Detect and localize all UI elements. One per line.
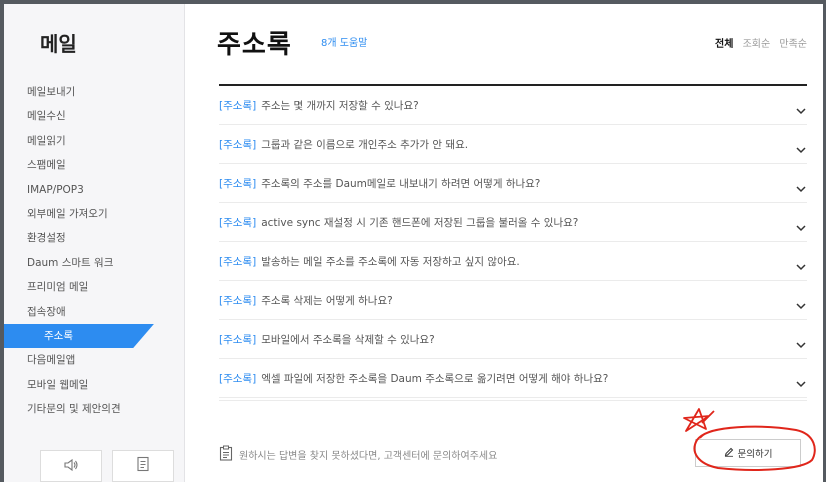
faq-item[interactable]: [주소록] 그룹과 같은 이름으로 개인주소 추가가 안 돼요. <box>219 125 807 164</box>
sidebar-item-mobile-web[interactable]: 모바일 웹메일 <box>4 373 184 397</box>
faq-question: 발송하는 메일 주소를 주소록에 자동 저장하고 싶지 않아요. <box>261 255 520 268</box>
faq-item[interactable]: [주소록] 주소록의 주소를 Daum메일로 내보내기 하려면 어떻게 하나요? <box>219 164 807 203</box>
faq-question: 모바일에서 주소록을 삭제할 수 있나요? <box>261 333 435 346</box>
faq-category: [주소록] <box>219 99 257 112</box>
document-icon <box>136 456 150 476</box>
faq-question: active sync 재설정 시 기존 핸드폰에 저장된 그룹을 불러올 수 … <box>261 216 579 229</box>
sidebar-item-connection-error[interactable]: 접속장애 <box>4 300 184 324</box>
faq-question-text: [주소록] 발송하는 메일 주소를 주소록에 자동 저장하고 싶지 않아요. <box>219 254 520 269</box>
faq-item[interactable]: [주소록] 엑셀 파일에 저장한 주소록을 Daum 주소록으로 옮기려면 어떻게… <box>219 359 807 398</box>
faq-category: [주소록] <box>219 333 257 346</box>
faq-question: 주소록 삭제는 어떻게 하나요? <box>261 294 393 307</box>
faq-question: 그룹과 같은 이름으로 개인주소 추가가 안 돼요. <box>261 138 469 151</box>
sort-satisfaction[interactable]: 만족순 <box>779 39 807 50</box>
faq-item[interactable]: [주소록] 주소는 몇 개까지 저장할 수 있나요? <box>219 86 807 125</box>
help-footer: 원하시는 답변을 찾지 못하셨다면, 고객센터에 문의하여주세요 문의하기 <box>219 400 807 483</box>
help-footer-text: 원하시는 답변을 찾지 못하셨다면, 고객센터에 문의하여주세요 <box>239 451 498 462</box>
chevron-down-icon[interactable] <box>795 295 807 310</box>
ask-button[interactable]: 문의하기 <box>695 439 801 467</box>
sort-all[interactable]: 전체 <box>715 39 733 50</box>
faq-question-text: [주소록] 모바일에서 주소록을 삭제할 수 있나요? <box>219 332 435 347</box>
sidebar-item-mail-app[interactable]: 다음메일앱 <box>4 348 184 372</box>
faq-question-text: [주소록] 주소록 삭제는 어떻게 하나요? <box>219 293 393 308</box>
main-content: 주소록 8개 도움말 전체 조회순 만족순 [주소록] 주소는 몇 개까지 저장할… <box>185 4 823 482</box>
sidebar: 메일 메일보내기 메일수신 메일읽기 스팸메일 IMAP/POP3 외부메일 가… <box>4 4 185 482</box>
faq-category: [주소록] <box>219 294 257 307</box>
faq-item[interactable]: [주소록] active sync 재설정 시 기존 핸드폰에 저장된 그룹을 불… <box>219 203 807 242</box>
help-count-label: 도움말 <box>339 38 368 49</box>
faq-question-text: [주소록] active sync 재설정 시 기존 핸드폰에 저장된 그룹을 불… <box>219 215 578 230</box>
sidebar-buttons <box>40 450 180 486</box>
chevron-down-icon[interactable] <box>795 100 807 115</box>
chevron-down-icon[interactable] <box>795 373 807 388</box>
document-button[interactable] <box>112 450 174 482</box>
chevron-down-icon[interactable] <box>795 139 807 154</box>
faq-question-text: [주소록] 주소록의 주소를 Daum메일로 내보내기 하려면 어떻게 하나요? <box>219 176 540 191</box>
sidebar-item-send[interactable]: 메일보내기 <box>4 80 184 104</box>
sidebar-item-premium[interactable]: 프리미엄 메일 <box>4 275 184 299</box>
faq-list: [주소록] 주소는 몇 개까지 저장할 수 있나요? [주소록] 그룹과 같은 이름… <box>219 84 807 398</box>
faq-item[interactable]: [주소록] 주소록 삭제는 어떻게 하나요? <box>219 281 807 320</box>
faq-category: [주소록] <box>219 177 257 190</box>
faq-question: 주소는 몇 개까지 저장할 수 있나요? <box>261 99 419 112</box>
sort-options: 전체 조회순 만족순 <box>709 35 807 50</box>
sidebar-item-receive[interactable]: 메일수신 <box>4 104 184 128</box>
ask-button-label: 문의하기 <box>737 449 773 460</box>
pencil-icon <box>724 447 738 460</box>
sidebar-item-spam[interactable]: 스팸메일 <box>4 153 184 177</box>
faq-question-text: [주소록] 엑셀 파일에 저장한 주소록을 Daum 주소록으로 옮기려면 어떻게… <box>219 371 608 386</box>
help-footer-note: 원하시는 답변을 찾지 못하셨다면, 고객센터에 문의하여주세요 <box>219 445 497 464</box>
chevron-down-icon[interactable] <box>795 334 807 349</box>
faq-question: 주소록의 주소를 Daum메일로 내보내기 하려면 어떻게 하나요? <box>261 177 541 190</box>
faq-question-text: [주소록] 그룹과 같은 이름으로 개인주소 추가가 안 돼요. <box>219 137 468 152</box>
chevron-down-icon[interactable] <box>795 217 807 232</box>
faq-item[interactable]: [주소록] 발송하는 메일 주소를 주소록에 자동 저장하고 싶지 않아요. <box>219 242 807 281</box>
sort-views[interactable]: 조회순 <box>743 39 771 50</box>
sidebar-item-settings[interactable]: 환경설정 <box>4 226 184 250</box>
sidebar-nav: 메일보내기 메일수신 메일읽기 스팸메일 IMAP/POP3 외부메일 가져오기… <box>4 80 184 421</box>
speaker-button[interactable] <box>40 450 102 482</box>
speaker-icon <box>63 457 79 476</box>
chevron-down-icon[interactable] <box>795 256 807 271</box>
sidebar-item-smart-work[interactable]: Daum 스마트 워크 <box>4 251 184 275</box>
page-title: 주소록 <box>217 30 292 60</box>
faq-question: 엑셀 파일에 저장한 주소록을 Daum 주소록으로 옮기려면 어떻게 해야 하… <box>261 372 609 385</box>
sidebar-item-address-book[interactable]: 주소록 <box>4 323 154 349</box>
sidebar-item-read[interactable]: 메일읽기 <box>4 129 184 153</box>
faq-category: [주소록] <box>219 138 257 151</box>
faq-category: [주소록] <box>219 216 257 229</box>
chevron-down-icon[interactable] <box>795 178 807 193</box>
faq-category: [주소록] <box>219 255 257 268</box>
help-count: 8개 도움말 <box>321 34 367 49</box>
sidebar-item-other-inquiry[interactable]: 기타문의 및 제안의견 <box>4 397 184 421</box>
sidebar-item-imap-pop3[interactable]: IMAP/POP3 <box>4 178 184 202</box>
clipboard-icon <box>219 445 239 464</box>
faq-item[interactable]: [주소록] 모바일에서 주소록을 삭제할 수 있나요? <box>219 320 807 359</box>
help-count-number: 8개 <box>321 38 337 49</box>
faq-question-text: [주소록] 주소는 몇 개까지 저장할 수 있나요? <box>219 98 419 113</box>
sidebar-title: 메일 <box>40 32 77 56</box>
sidebar-item-external-mail[interactable]: 외부메일 가져오기 <box>4 202 184 226</box>
faq-category: [주소록] <box>219 372 257 385</box>
